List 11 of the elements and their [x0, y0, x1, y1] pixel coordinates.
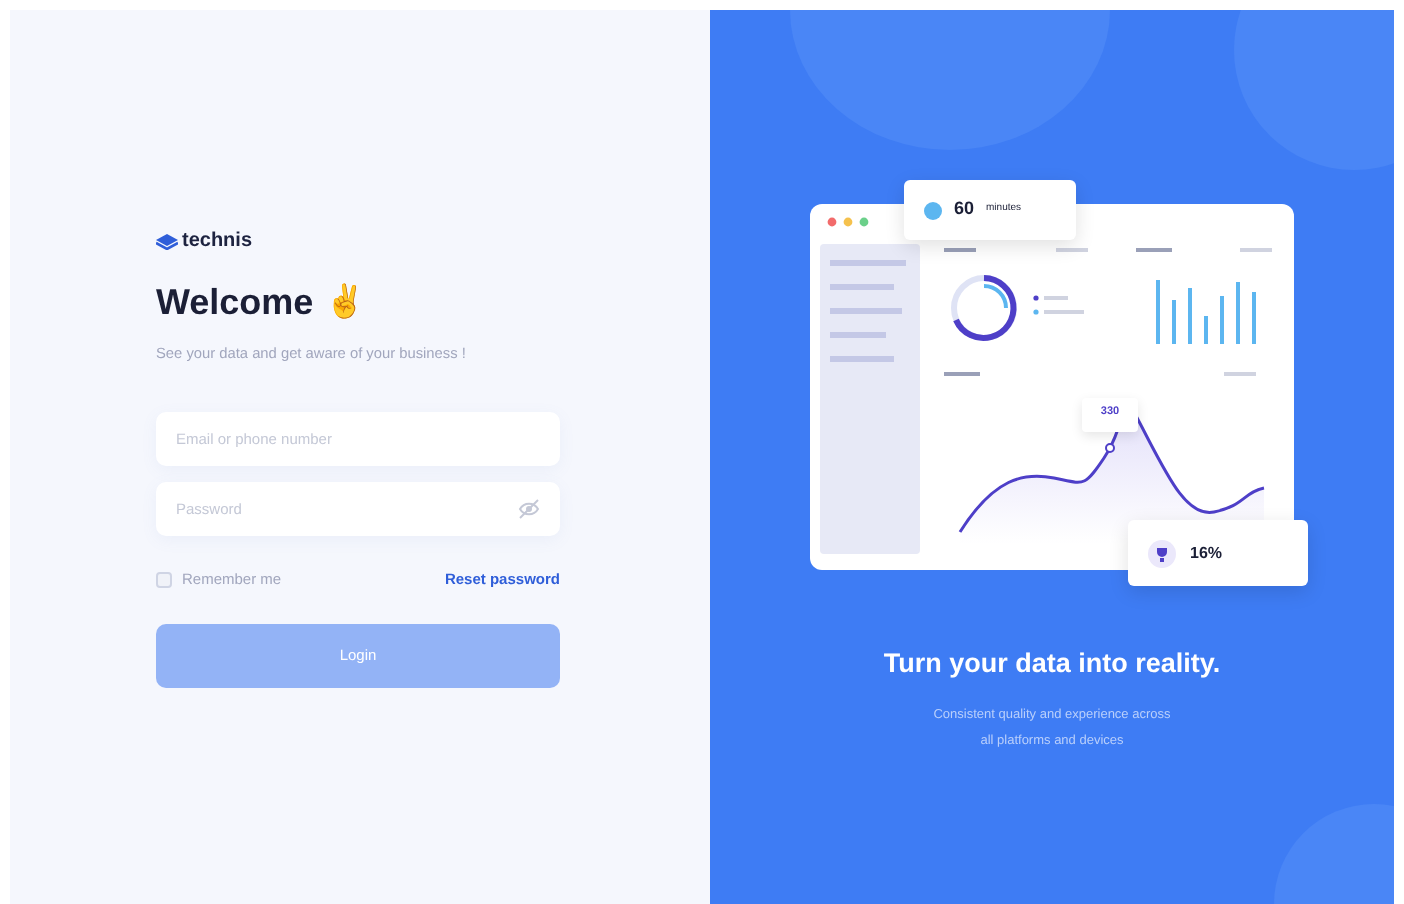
circle-icon [924, 201, 942, 219]
stat-value: 60 [954, 196, 975, 223]
percent-value: 16% [1190, 541, 1223, 565]
victory-hand-emoji: ✌ [325, 281, 366, 324]
promo-title: Turn your data into reality. [883, 646, 1221, 682]
remember-checkbox[interactable] [156, 572, 172, 589]
trophy-icon [1148, 539, 1176, 567]
eye-icon[interactable] [518, 498, 540, 521]
logo-icon [156, 233, 178, 250]
brand-name: technis [182, 228, 253, 257]
welcome-heading: Welcome [156, 280, 314, 327]
